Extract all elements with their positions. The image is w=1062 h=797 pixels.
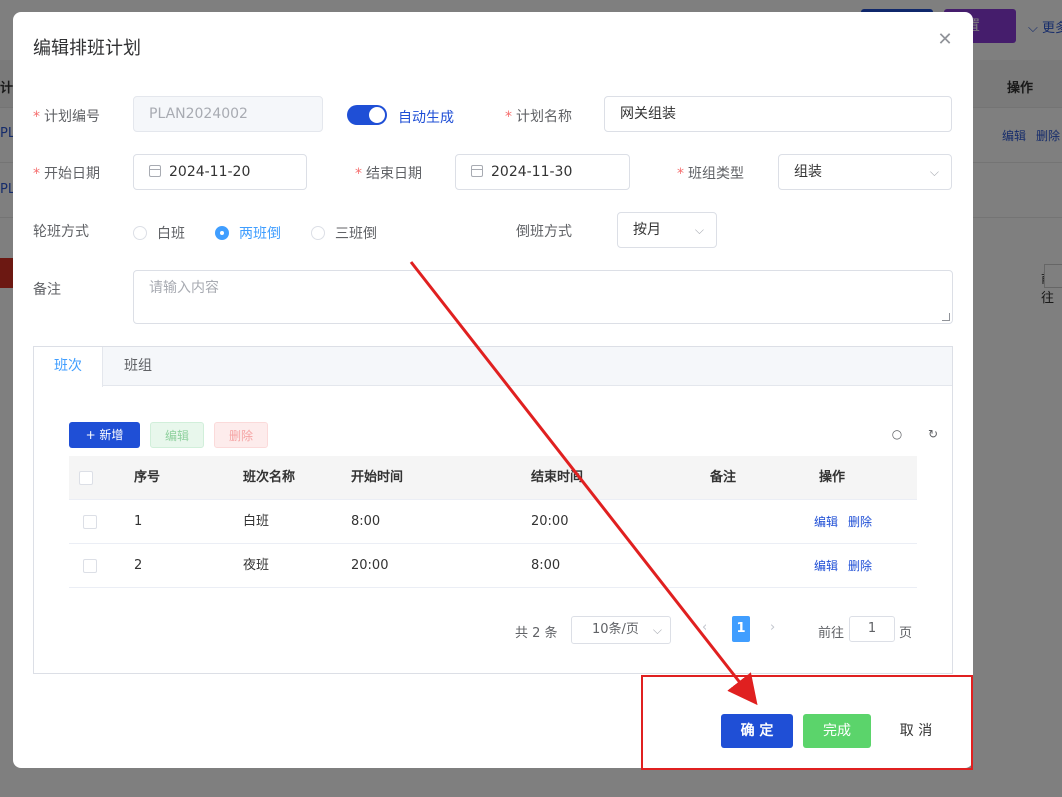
remark-label: 备注: [33, 282, 61, 298]
column-header: 开始时间: [351, 470, 404, 485]
radio-two-shift[interactable]: 两班倒: [215, 223, 281, 243]
column-header: 操作: [819, 470, 846, 485]
radio-dot: [215, 226, 229, 240]
cell-no: 1: [134, 514, 143, 529]
refresh-icon[interactable]: ↻: [926, 427, 940, 441]
cell-start: 20:00: [351, 558, 389, 573]
tab-bar: 班次 班组: [34, 347, 952, 387]
dialog-title: 编辑排班计划: [33, 38, 141, 59]
radio-two-shift-label: 两班倒: [239, 226, 281, 242]
calendar-icon: [149, 165, 161, 177]
column-header: 班次名称: [243, 470, 296, 485]
resize-handle-icon[interactable]: [942, 313, 950, 321]
end-date-label: * 结束日期: [355, 166, 422, 182]
pagination-total: 共 2 条: [515, 626, 558, 641]
plan-no-input: PLAN2024002: [133, 96, 323, 132]
tab-teams[interactable]: 班组: [104, 347, 172, 386]
radio-dot: [311, 226, 325, 240]
start-date-value: 2024-11-20: [169, 164, 251, 180]
end-date-value: 2024-11-30: [491, 164, 573, 180]
plan-no-label: * 计划编号: [33, 109, 100, 125]
chevron-down-icon: ⌵: [652, 623, 662, 637]
radio-day-shift-label: 白班: [157, 226, 185, 242]
row-checkbox[interactable]: [83, 559, 97, 573]
start-date-label: * 开始日期: [33, 166, 100, 182]
row-checkbox[interactable]: [83, 515, 97, 529]
row-edit-link[interactable]: 编辑: [814, 500, 838, 544]
select-all-checkbox[interactable]: [79, 471, 93, 485]
column-header: 备注: [710, 470, 737, 485]
search-icon[interactable]: ○: [890, 427, 904, 441]
radio-dot: [133, 226, 147, 240]
cell-end: 20:00: [531, 514, 569, 529]
row-delete-link[interactable]: 删除: [848, 544, 872, 588]
chevron-down-icon: ⌵: [929, 165, 939, 179]
plan-name-label: * 计划名称: [505, 109, 572, 125]
calendar-icon: [471, 165, 483, 177]
tabs-card: 班次 班组 + 新增 编辑 删除 ○ ↻ 序号 班次名称 开始时间 结束时间 备…: [33, 346, 953, 674]
delete-button[interactable]: 删除: [214, 422, 268, 448]
start-date-picker[interactable]: 2024-11-20: [133, 154, 307, 190]
row-edit-link[interactable]: 编辑: [814, 544, 838, 588]
goto-page-input[interactable]: 1: [849, 616, 895, 642]
chevron-down-icon: ⌵: [694, 223, 704, 237]
radio-day-shift[interactable]: 白班: [133, 223, 185, 243]
remark-textarea[interactable]: 请输入内容: [133, 270, 953, 324]
shift-mode-select[interactable]: 按月 ⌵: [617, 212, 717, 248]
shift-mode-value: 按月: [633, 222, 661, 238]
page-size-value: 10条/页: [592, 622, 639, 637]
close-icon[interactable]: ✕: [935, 30, 955, 50]
row-delete-link[interactable]: 删除: [848, 500, 872, 544]
radio-three-shift[interactable]: 三班倒: [311, 223, 377, 243]
team-type-select[interactable]: 组装 ⌵: [778, 154, 952, 190]
cell-no: 2: [134, 558, 143, 573]
table-row: 1 白班 8:00 20:00 编辑 删除: [69, 500, 917, 544]
plan-name-input[interactable]: 网关组装: [604, 96, 952, 132]
column-header: 结束时间: [531, 470, 584, 485]
tab-shifts[interactable]: 班次: [34, 347, 103, 387]
annotation-highlight-box: [641, 675, 973, 770]
add-button[interactable]: + 新增: [69, 422, 140, 448]
page-size-select[interactable]: 10条/页 ⌵: [571, 616, 671, 644]
auto-generate-label: 自动生成: [398, 110, 454, 126]
cell-name: 白班: [243, 514, 270, 529]
end-date-picker[interactable]: 2024-11-30: [455, 154, 630, 190]
cell-start: 8:00: [351, 514, 381, 529]
cell-name: 夜班: [243, 558, 270, 573]
team-type-value: 组装: [794, 164, 822, 180]
remark-placeholder: 请输入内容: [149, 280, 219, 296]
radio-three-shift-label: 三班倒: [335, 226, 377, 242]
prev-page-icon[interactable]: ‹: [702, 620, 707, 635]
rotation-label: 轮班方式: [33, 224, 89, 240]
cell-end: 8:00: [531, 558, 561, 573]
team-type-label: * 班组类型: [677, 166, 744, 182]
page-suffix-label: 页: [899, 626, 913, 641]
table-row: 2 夜班 20:00 8:00 编辑 删除: [69, 544, 917, 588]
shift-mode-label: 倒班方式: [516, 224, 572, 240]
next-page-icon[interactable]: ›: [770, 620, 775, 635]
edit-button[interactable]: 编辑: [150, 422, 204, 448]
goto-label: 前往: [818, 626, 845, 641]
page-number-current[interactable]: 1: [732, 616, 750, 642]
edit-schedule-dialog: 编辑排班计划 ✕ * 计划编号 PLAN2024002 自动生成 * 计划名称 网关…: [13, 12, 973, 768]
auto-generate-switch[interactable]: [347, 105, 387, 125]
column-header: 序号: [134, 470, 161, 485]
table-header: 序号 班次名称 开始时间 结束时间 备注 操作: [69, 456, 917, 500]
